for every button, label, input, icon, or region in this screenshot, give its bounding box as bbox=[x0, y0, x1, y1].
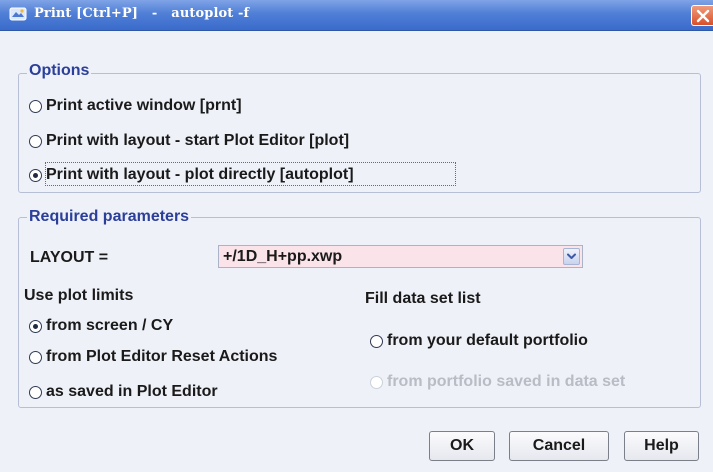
limits-from-reset-actions[interactable]: from Plot Editor Reset Actions bbox=[29, 348, 277, 366]
app-icon bbox=[9, 7, 27, 21]
radio-button-selected[interactable] bbox=[29, 319, 42, 333]
radio-button[interactable] bbox=[29, 99, 42, 113]
print-dialog: Print [Ctrl+P] - autoplot -f Options Pri… bbox=[0, 0, 713, 472]
data-set-heading: Fill data set list bbox=[365, 290, 481, 307]
required-parameters-title: Required parameters bbox=[27, 208, 192, 226]
layout-select[interactable]: +/1D_H+pp.xwp bbox=[218, 245, 583, 268]
layout-label: LAYOUT = bbox=[30, 249, 109, 266]
help-button[interactable]: Help bbox=[624, 431, 699, 461]
radio-button[interactable] bbox=[370, 334, 383, 348]
option-label: from your default portfolio bbox=[387, 332, 588, 349]
option-label: Print with layout - start Plot Editor [p… bbox=[46, 132, 350, 149]
radio-button-selected[interactable] bbox=[29, 168, 42, 182]
plot-limits-heading: Use plot limits bbox=[24, 287, 134, 304]
chevron-down-icon bbox=[567, 253, 576, 259]
option-print-with-layout-direct[interactable]: Print with layout - plot directly [autop… bbox=[29, 166, 354, 184]
cancel-button[interactable]: Cancel bbox=[509, 431, 609, 461]
limits-from-screen[interactable]: from screen / CY bbox=[29, 317, 173, 335]
ok-button[interactable]: OK bbox=[429, 431, 495, 461]
radio-button[interactable] bbox=[29, 385, 42, 399]
option-label: Print with layout - plot directly [autop… bbox=[46, 166, 354, 183]
option-label: from screen / CY bbox=[46, 317, 174, 334]
option-label: Print active window [prnt] bbox=[46, 97, 242, 114]
title-bar[interactable]: Print [Ctrl+P] - autoplot -f bbox=[0, 0, 713, 31]
layout-value: +/1D_H+pp.xwp bbox=[223, 248, 343, 265]
options-group-title: Options bbox=[27, 62, 92, 80]
option-print-active-window[interactable]: Print active window [prnt] bbox=[29, 97, 242, 115]
option-label: as saved in Plot Editor bbox=[46, 383, 218, 400]
option-print-with-layout-editor[interactable]: Print with layout - start Plot Editor [p… bbox=[29, 132, 349, 150]
dropdown-button[interactable] bbox=[563, 248, 580, 265]
radio-button-disabled bbox=[370, 375, 383, 389]
close-icon bbox=[696, 9, 710, 23]
option-label: from Plot Editor Reset Actions bbox=[46, 348, 278, 365]
data-set-saved-portfolio: from portfolio saved in data set bbox=[370, 373, 625, 391]
radio-button[interactable] bbox=[29, 134, 42, 148]
close-button[interactable] bbox=[691, 5, 713, 26]
data-set-default-portfolio[interactable]: from your default portfolio bbox=[370, 332, 588, 350]
option-label: from portfolio saved in data set bbox=[387, 373, 626, 390]
window-title: Print [Ctrl+P] - autoplot -f bbox=[34, 6, 250, 21]
limits-as-saved[interactable]: as saved in Plot Editor bbox=[29, 383, 218, 401]
radio-button[interactable] bbox=[29, 350, 42, 364]
